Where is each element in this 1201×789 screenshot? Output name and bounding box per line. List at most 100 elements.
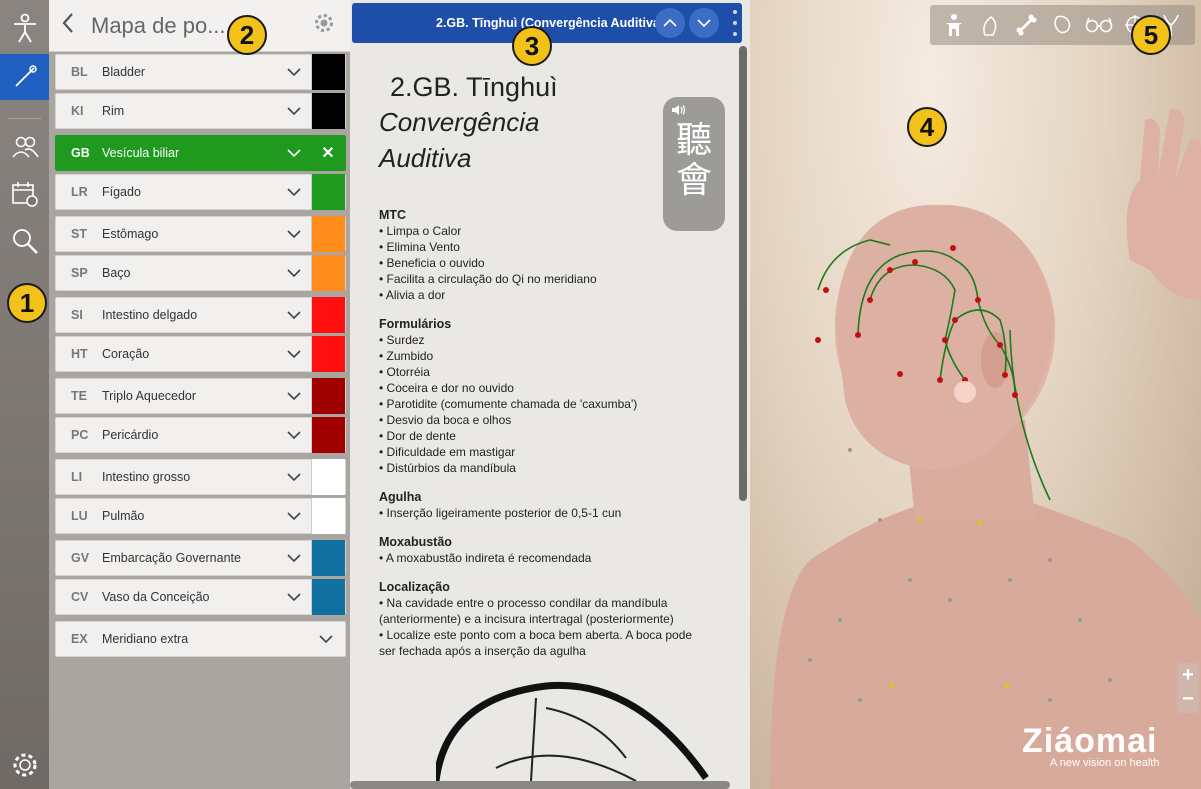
meridian-abbr: KI <box>71 104 84 118</box>
meridian-row-li[interactable]: LI Intestino grosso <box>55 459 346 495</box>
detail-section: Localização • Na cavidade entre o process… <box>379 579 692 659</box>
meridian-row-cv[interactable]: CV Vaso da Conceição <box>55 579 346 615</box>
point-detail-panel: 2.GB. Tīnghuì (Convergência Auditiva) 2.… <box>350 0 750 789</box>
meridian-row-gv[interactable]: GV Embarcação Governante <box>55 540 346 576</box>
meridian-color-swatch[interactable] <box>311 540 345 576</box>
body-icon[interactable] <box>0 6 49 50</box>
section-item: ser fechada após a inserção da agulha <box>379 644 586 658</box>
previous-point-button[interactable] <box>655 8 685 38</box>
zoom-in-button[interactable]: + <box>1177 663 1199 687</box>
meridian-row-ex[interactable]: EX Meridiano extra <box>55 621 346 657</box>
meridian-abbr: SP <box>71 266 88 280</box>
chevron-down-icon[interactable] <box>277 511 311 521</box>
meridian-name: Vesícula biliar <box>102 146 180 160</box>
meridian-color-swatch[interactable] <box>311 417 345 453</box>
chevron-down-icon[interactable] <box>277 229 311 239</box>
chevron-left-icon[interactable] <box>61 10 91 41</box>
meridian-abbr: GB <box>71 146 90 160</box>
meridian-color-swatch[interactable] <box>311 336 345 372</box>
chevron-down-icon[interactable] <box>277 472 311 482</box>
meridian-row-st[interactable]: ST Estômago <box>55 216 346 252</box>
meridian-color-swatch[interactable] <box>311 498 345 534</box>
meridian-name: Triplo Aquecedor <box>102 389 197 403</box>
meridian-row-sp[interactable]: SP Baço <box>55 255 346 291</box>
human-model[interactable] <box>750 0 1201 789</box>
detail-section: MTC • Limpa o Calor • Elimina Vento • Benef… <box>379 207 597 303</box>
meridian-row-lr[interactable]: LR Fígado <box>55 174 346 210</box>
search-icon[interactable] <box>0 219 49 263</box>
chevron-down-icon[interactable] <box>277 310 311 320</box>
meridian-row-ki[interactable]: KI Rim <box>55 93 346 129</box>
meridian-row-si[interactable]: SI Intestino delgado <box>55 297 346 333</box>
brand-logo: Ziáomai A new vision on health <box>1022 722 1159 769</box>
muscle-icon[interactable] <box>975 10 1005 40</box>
meridian-name: Bladder <box>102 65 146 79</box>
meridian-row-bl[interactable]: BL Bladder <box>55 54 346 90</box>
deselect-close-icon[interactable]: ✕ <box>311 135 345 171</box>
meridian-name: Intestino delgado <box>102 308 198 322</box>
organ-icon[interactable] <box>1047 10 1077 40</box>
chevron-down-icon[interactable] <box>307 634 345 644</box>
meridian-panel: Mapa de po... BL Bladder KI Rim GB Vesícula b… <box>49 0 350 789</box>
glasses-icon[interactable] <box>1084 10 1114 40</box>
horizontal-scrollbar[interactable] <box>350 781 730 789</box>
chevron-down-icon[interactable] <box>277 106 311 116</box>
needle-icon[interactable] <box>0 54 49 100</box>
next-point-button[interactable] <box>689 8 719 38</box>
meridian-color-swatch[interactable] <box>311 174 345 210</box>
meridian-row-lu[interactable]: LU Pulmão <box>55 498 346 534</box>
meridian-name: Coração <box>102 347 150 361</box>
meridian-name: Baço <box>102 266 131 280</box>
meridian-abbr: PC <box>71 428 89 442</box>
meridian-row-ht[interactable]: HT Coração <box>55 336 346 372</box>
vertical-scrollbar[interactable] <box>739 46 747 501</box>
chevron-down-icon[interactable] <box>277 268 311 278</box>
bone-icon[interactable] <box>1011 10 1041 40</box>
meridian-color-swatch[interactable] <box>311 216 345 252</box>
point-bar-title: 2.GB. Tīnghuì (Convergência Auditiva) <box>436 16 665 30</box>
chevron-down-icon[interactable] <box>277 592 311 602</box>
calendar-icon[interactable] <box>0 172 49 216</box>
gear-icon[interactable] <box>314 13 338 38</box>
meridian-name: Intestino grosso <box>102 470 191 484</box>
meridian-abbr: GV <box>71 551 90 565</box>
section-item: • Otorréia <box>379 365 430 379</box>
chevron-down-icon[interactable] <box>277 67 311 77</box>
meridian-color-swatch[interactable] <box>311 378 345 414</box>
chevron-down-icon[interactable] <box>277 391 311 401</box>
meridian-color-swatch[interactable] <box>311 579 345 615</box>
meridian-abbr: LU <box>71 509 88 523</box>
section-item: • Na cavidade entre o processo condilar … <box>379 596 668 610</box>
section-item: • Limpa o Calor <box>379 224 462 238</box>
chinese-name-card[interactable]: 聽 會 <box>663 97 725 231</box>
meridian-row-te[interactable]: TE Triplo Aquecedor <box>55 378 346 414</box>
person-icon[interactable] <box>939 10 969 40</box>
meridian-color-swatch[interactable] <box>311 54 345 90</box>
meridian-color-swatch[interactable] <box>311 459 345 495</box>
meridian-color-swatch[interactable] <box>311 255 345 291</box>
chevron-down-icon[interactable] <box>277 553 311 563</box>
zoom-out-button[interactable]: − <box>1177 687 1199 711</box>
chevron-down-icon[interactable] <box>277 187 311 197</box>
section-item: • Dificuldade em mastigar <box>379 445 516 459</box>
section-item: • Zumbido <box>379 349 434 363</box>
meridian-color-swatch[interactable] <box>311 297 345 333</box>
settings-icon[interactable] <box>0 743 49 787</box>
meridian-abbr: BL <box>71 65 88 79</box>
more-options-icon[interactable] <box>732 10 738 36</box>
meridian-color-swatch[interactable] <box>311 93 345 129</box>
section-title: MTC <box>379 208 407 222</box>
users-icon[interactable] <box>0 125 49 169</box>
meridian-row-gb[interactable]: GB Vesícula biliar ✕ <box>55 135 346 171</box>
annotation-badge-4: 4 <box>907 107 947 147</box>
3d-model-view[interactable]: + − Ziáomai A new vision on health <box>750 0 1201 789</box>
meridian-name: Rim <box>102 104 125 118</box>
speaker-icon[interactable] <box>663 97 725 121</box>
brand-name: Ziáomai <box>1022 722 1158 760</box>
chevron-down-icon[interactable] <box>277 148 311 158</box>
chevron-down-icon[interactable] <box>277 349 311 359</box>
meridian-row-pc[interactable]: PC Pericárdio <box>55 417 346 453</box>
annotation-badge-5: 5 <box>1131 15 1171 55</box>
chevron-down-icon[interactable] <box>277 430 311 440</box>
annotation-badge-2: 2 <box>227 15 267 55</box>
